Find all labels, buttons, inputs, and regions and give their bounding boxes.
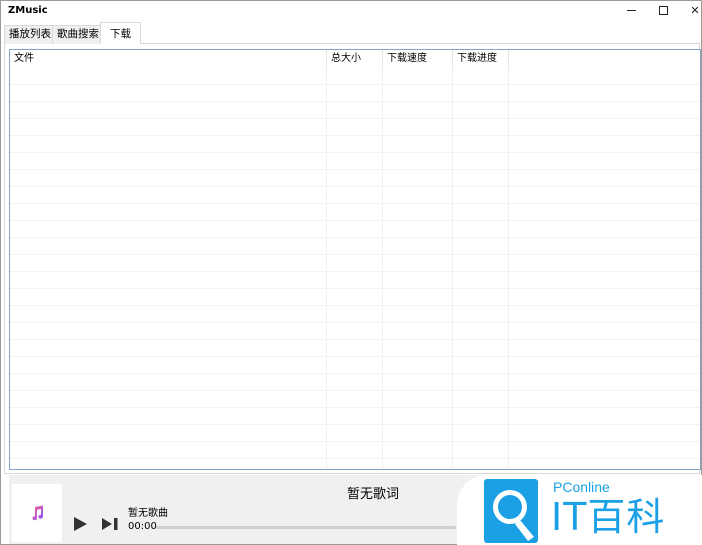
column-header-total-size[interactable]: 总大小 bbox=[327, 50, 383, 67]
app-window: ZMusic ✕ 播放列表 歌曲搜索 下载 文件 总大小 下载速度 下载进度 暂… bbox=[0, 0, 702, 545]
row-gridline bbox=[10, 135, 700, 136]
maximize-button[interactable] bbox=[647, 1, 679, 19]
row-gridline bbox=[10, 322, 700, 323]
row-gridline bbox=[10, 152, 700, 153]
column-divider bbox=[508, 67, 509, 469]
row-gridline bbox=[10, 407, 700, 408]
maximize-icon bbox=[658, 5, 668, 15]
close-icon: ✕ bbox=[690, 3, 700, 17]
row-gridline bbox=[10, 441, 700, 442]
row-gridline bbox=[10, 458, 700, 459]
song-name: 暂无歌曲 bbox=[128, 508, 168, 519]
row-gridline bbox=[10, 305, 700, 306]
music-note-icon bbox=[32, 505, 44, 521]
album-art bbox=[12, 484, 62, 542]
row-gridline bbox=[10, 288, 700, 289]
row-gridline bbox=[10, 118, 700, 119]
row-gridline bbox=[10, 101, 700, 102]
row-gridline bbox=[10, 254, 700, 255]
title-bar[interactable]: ZMusic ✕ bbox=[1, 1, 701, 23]
close-button[interactable]: ✕ bbox=[679, 1, 702, 19]
column-header-download-progress[interactable]: 下载进度 bbox=[453, 50, 509, 67]
column-header-download-speed[interactable]: 下载速度 bbox=[383, 50, 453, 67]
row-gridline bbox=[10, 271, 700, 272]
tab-playlist[interactable]: 播放列表 bbox=[4, 25, 56, 44]
row-gridline bbox=[10, 339, 700, 340]
current-time: 00:00 bbox=[128, 521, 157, 532]
row-gridline bbox=[10, 390, 700, 391]
next-track-icon[interactable] bbox=[100, 517, 120, 531]
download-list[interactable]: 文件 总大小 下载速度 下载进度 bbox=[9, 49, 701, 470]
tab-song-search[interactable]: 歌曲搜索 bbox=[52, 25, 104, 44]
row-gridline bbox=[10, 373, 700, 374]
row-gridline bbox=[10, 237, 700, 238]
tab-download[interactable]: 下载 bbox=[100, 22, 141, 44]
list-header: 文件 总大小 下载速度 下载进度 bbox=[10, 50, 700, 67]
watermark-brand-small: PConline bbox=[553, 479, 610, 495]
column-divider bbox=[326, 67, 327, 469]
play-icon[interactable] bbox=[71, 515, 89, 533]
pconline-watermark: PConline IT百科 bbox=[457, 475, 702, 545]
watermark-brand-big: IT百科 bbox=[551, 495, 666, 539]
minimize-icon bbox=[626, 9, 636, 11]
row-gridline bbox=[10, 186, 700, 187]
lyrics-text: 暂无歌词 bbox=[347, 487, 400, 502]
row-gridline bbox=[10, 169, 700, 170]
column-divider bbox=[382, 67, 383, 469]
minimize-button[interactable] bbox=[615, 1, 647, 19]
column-header-file[interactable]: 文件 bbox=[10, 50, 327, 67]
magnifier-logo-icon bbox=[484, 479, 538, 543]
row-gridline bbox=[10, 220, 700, 221]
window-title: ZMusic bbox=[8, 5, 48, 16]
row-gridline bbox=[10, 203, 700, 204]
row-gridline bbox=[10, 424, 700, 425]
row-gridline bbox=[10, 84, 700, 85]
progress-slider[interactable] bbox=[156, 526, 456, 529]
column-divider bbox=[452, 67, 453, 469]
tab-bar: 播放列表 歌曲搜索 下载 bbox=[4, 22, 700, 44]
row-gridline bbox=[10, 356, 700, 357]
